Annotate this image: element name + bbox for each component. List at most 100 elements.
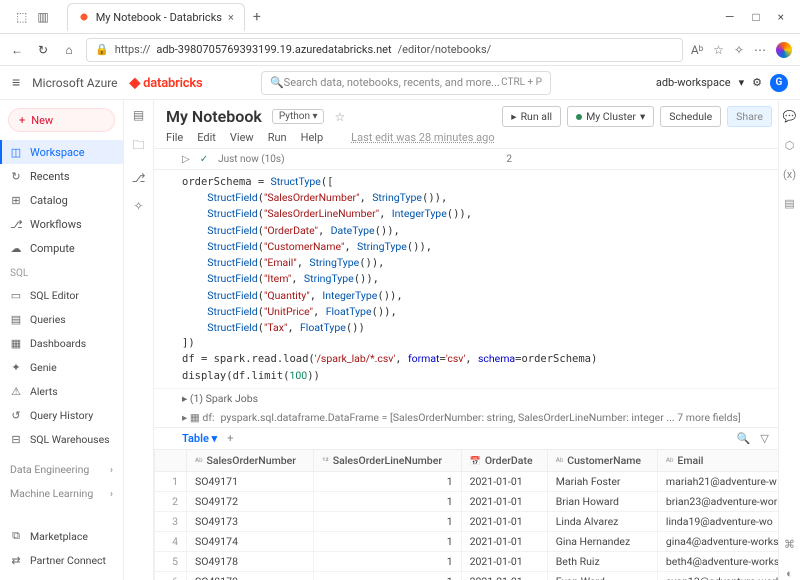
sidebar-item-partner-connect[interactable]: ⇄Partner Connect	[0, 548, 123, 572]
column-CustomerName[interactable]: ᴬᵇCustomerName	[547, 449, 657, 471]
table-row[interactable]: 2SO4917212021-01-01Brian Howardbrian23@a…	[155, 491, 800, 511]
chevron-down-icon[interactable]: ▾	[739, 76, 745, 89]
right-rail: 💬 ⬡ (x) ▤ ⌘ ◐	[778, 100, 800, 580]
settings-icon[interactable]: ⚙	[752, 76, 762, 89]
sidebar-item-compute[interactable]: ☁Compute	[0, 236, 123, 260]
workspace-name[interactable]: adb-workspace	[656, 76, 731, 89]
sidebar-item-catalog[interactable]: ⊞ Catalog	[0, 188, 123, 212]
menu-run[interactable]: Run	[268, 131, 287, 144]
help-icon[interactable]: ◐	[786, 567, 793, 580]
variables-icon[interactable]: (x)	[783, 168, 796, 181]
lock-icon: 🔒	[95, 43, 109, 56]
catalog-icon: ⊞	[10, 194, 22, 207]
sidebar-item-marketplace[interactable]: ⧉Marketplace	[0, 524, 123, 548]
menu-edit[interactable]: Edit	[197, 131, 216, 144]
add-viz-button[interactable]: +	[227, 432, 233, 445]
home-button[interactable]: ⌂	[60, 43, 78, 57]
new-button[interactable]: + New	[8, 108, 115, 132]
shortcut-icon[interactable]: ⌘	[784, 538, 795, 551]
history-icon[interactable]: ▤	[784, 197, 794, 210]
menu-help[interactable]: Help	[301, 131, 324, 144]
sidebar-item-sql-editor[interactable]: ▭SQL Editor	[0, 283, 123, 307]
address-bar: ← ↻ ⌂ 🔒 https://adb-3980705769393199.19.…	[0, 34, 800, 66]
close-icon[interactable]: ×	[228, 11, 234, 24]
close-button[interactable]: ×	[778, 10, 784, 24]
new-tab-button[interactable]: +	[253, 9, 261, 25]
notebook-rail: ▤ 🗀 ⎇ ✧	[124, 100, 154, 580]
column-SalesOrderLineNumber[interactable]: ¹²SalesOrderLineNumber	[314, 449, 462, 471]
browser-tab[interactable]: My Notebook - Databricks ×	[67, 3, 245, 31]
search-table-icon[interactable]: 🔍	[737, 432, 751, 445]
app-topbar: ≡ Microsoft Azure ◆ databricks 🔍 Search …	[0, 66, 800, 100]
refresh-button[interactable]: ↻	[34, 43, 52, 57]
sidebar-item-workspace[interactable]: ◫ Workspace	[0, 140, 123, 164]
workspace-icon: ◫	[10, 146, 22, 159]
table-row[interactable]: 3SO4917312021-01-01Linda Alvarezlinda19@…	[155, 511, 800, 531]
last-edit-info[interactable]: Last edit was 28 minutes ago	[351, 131, 494, 144]
sidebar-item-query-history[interactable]: ↺Query History	[0, 403, 123, 427]
share-button[interactable]: Share	[727, 106, 772, 127]
success-icon: ✓	[200, 154, 208, 165]
result-table[interactable]: ᴬᵇSalesOrderNumber¹²SalesOrderLineNumber…	[154, 449, 800, 580]
cluster-selector[interactable]: My Cluster ▾	[567, 106, 654, 127]
star-icon[interactable]: ☆	[334, 110, 345, 124]
comments-icon[interactable]: 💬	[783, 110, 797, 123]
chevron-right-icon: ›	[110, 463, 113, 476]
column-OrderDate[interactable]: 📅OrderDate	[461, 449, 547, 471]
menubar: File Edit View Run Help Last edit was 28 min…	[154, 131, 800, 148]
avatar[interactable]: G	[770, 74, 788, 92]
table-tab[interactable]: Table ▾	[182, 432, 217, 445]
branch-icon[interactable]: ⎇	[132, 171, 146, 185]
databricks-logo[interactable]: ◆ databricks	[130, 75, 203, 91]
window-controls: — □ ×	[725, 10, 796, 24]
read-aloud-icon[interactable]: Aᵇ	[691, 43, 703, 57]
outline-icon[interactable]: ▤	[133, 108, 144, 122]
sidebar-item-dashboards[interactable]: ▦Dashboards	[0, 331, 123, 355]
dataframe-schema[interactable]: ▸ ▦ df: pyspark.sql.dataframe.DataFrame …	[154, 408, 800, 428]
sidebar-item-label: Catalog	[30, 194, 68, 207]
column-SalesOrderNumber[interactable]: ᴬᵇSalesOrderNumber	[187, 449, 314, 471]
sparkle-icon[interactable]: ✧	[133, 199, 143, 213]
table-row[interactable]: 1SO4917112021-01-01Mariah Fostermariah21…	[155, 471, 800, 491]
sidebar-item-label: Recents	[30, 170, 70, 183]
spark-jobs-toggle[interactable]: ▸ (1) Spark Jobs	[154, 388, 800, 408]
menu-view[interactable]: View	[230, 131, 254, 144]
sidebar-item-genie[interactable]: ✦Genie	[0, 355, 123, 379]
url-input[interactable]: 🔒 https://adb-3980705769393199.19.azured…	[86, 38, 683, 62]
filter-icon[interactable]: ▽	[760, 432, 768, 445]
copilot-icon[interactable]	[776, 42, 792, 58]
sidebar-item-alerts[interactable]: ⚠Alerts	[0, 379, 123, 403]
sidebar-group-machine-learning[interactable]: Machine Learning›	[0, 481, 123, 505]
more-icon[interactable]: ⋯	[754, 43, 766, 57]
favorite-icon[interactable]: ☆	[713, 43, 724, 57]
cell-number: 2	[506, 154, 512, 165]
assistant-icon[interactable]: ⬡	[785, 139, 795, 152]
sidebar-item-label: Workspace	[30, 146, 85, 159]
compute-icon: ☁	[10, 242, 22, 255]
run-cell-icon[interactable]: ▷	[182, 154, 190, 165]
status-dot	[576, 114, 582, 120]
minimize-button[interactable]: —	[725, 10, 734, 24]
table-row[interactable]: 5SO4917812021-01-01Beth Ruizbeth4@advent…	[155, 551, 800, 571]
files-icon[interactable]: 🗀	[132, 136, 144, 157]
table-row[interactable]: 4SO4917412021-01-01Gina Hernandezgina4@a…	[155, 531, 800, 551]
sidebar-item-workflows[interactable]: ⎇Workflows	[0, 212, 123, 236]
code-cell[interactable]: orderSchema = StructType([ StructField("…	[154, 170, 800, 388]
workspace-icon[interactable]: ⬚	[16, 10, 27, 24]
run-all-button[interactable]: ▸ Run all	[502, 106, 561, 127]
table-row[interactable]: 6SO4917912021-01-01Evan Wardevan13@adven…	[155, 571, 800, 580]
language-selector[interactable]: Python ▾	[272, 109, 325, 124]
tab-icon[interactable]: ▥	[37, 10, 48, 24]
back-button[interactable]: ←	[8, 43, 26, 57]
notebook-title[interactable]: My Notebook	[166, 107, 262, 126]
sidebar-group-data-engineering[interactable]: Data Engineering›	[0, 457, 123, 481]
schedule-button[interactable]: Schedule	[660, 106, 721, 127]
extension-icon[interactable]: ✧	[734, 43, 744, 57]
menu-file[interactable]: File	[166, 131, 183, 144]
sidebar-item-recents[interactable]: ↻Recents	[0, 164, 123, 188]
maximize-button[interactable]: □	[752, 10, 759, 24]
sidebar-item-queries[interactable]: ▤Queries	[0, 307, 123, 331]
sidebar-item-sql-warehouses[interactable]: ⊟SQL Warehouses	[0, 427, 123, 451]
search-input[interactable]: 🔍 Search data, notebooks, recents, and m…	[261, 71, 551, 95]
menu-icon[interactable]: ≡	[12, 74, 20, 91]
